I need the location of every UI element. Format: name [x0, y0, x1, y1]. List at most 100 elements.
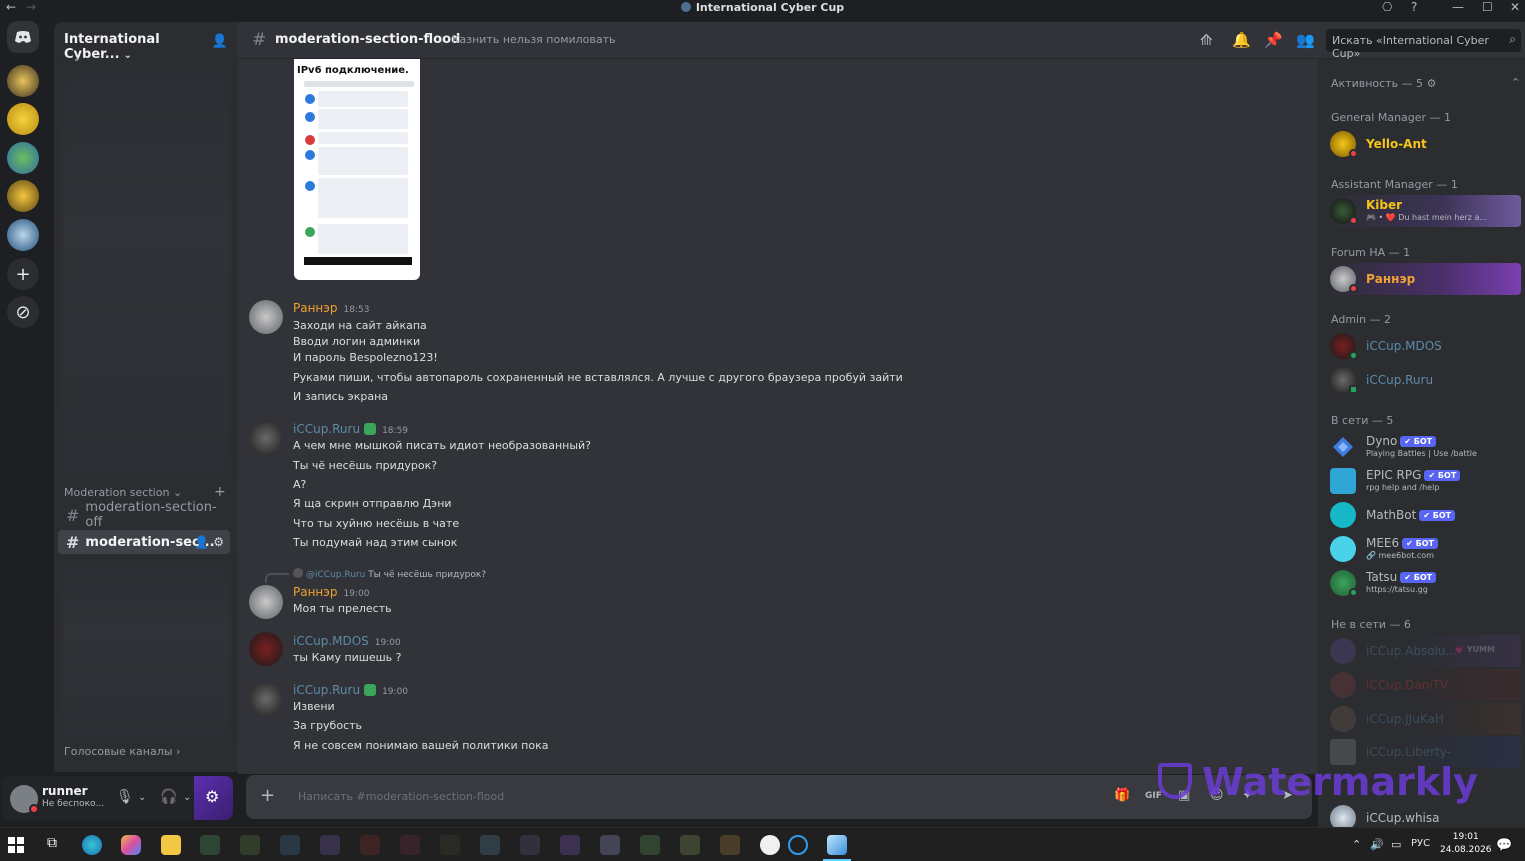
channel-moderation-section-flood[interactable]: # moderation-sec... 👤 ⚙: [58, 530, 230, 554]
user-settings-button[interactable]: ⚙: [194, 776, 233, 820]
member-item[interactable]: iCCup.JJuKaH: [1324, 703, 1521, 735]
message-text: Я не совсем понимаю вашей политики пока: [293, 739, 549, 752]
member-item[interactable]: Dyno ✔ БОТ Playing Battles | Use /battle: [1324, 431, 1521, 463]
taskbar-app-icon[interactable]: [760, 835, 780, 855]
taskbar-app-icon[interactable]: [827, 835, 847, 855]
copilot-icon[interactable]: [121, 835, 141, 855]
message-input[interactable]: Написать #moderation-section-flood: [298, 790, 504, 803]
avatar[interactable]: [249, 632, 283, 666]
gift-icon[interactable]: 🎁: [1114, 788, 1130, 803]
taskbar-app-icon[interactable]: [520, 835, 540, 855]
chevron-up-icon[interactable]: ⌃: [1511, 76, 1520, 89]
member-item[interactable]: Yello-Ant: [1324, 128, 1521, 160]
chevron-up-icon[interactable]: ⌃: [1352, 838, 1361, 851]
message-text: Я ща скрин отправлю Дэни: [293, 497, 452, 510]
member-item[interactable]: iCCup.MDOS: [1324, 330, 1521, 362]
avatar[interactable]: [249, 585, 283, 619]
message-author[interactable]: Раннэр 18:53: [293, 301, 369, 315]
help-icon[interactable]: ?: [1411, 0, 1417, 14]
bell-icon[interactable]: 🔔: [1232, 31, 1251, 49]
explore-compass-icon[interactable]: ⊘: [7, 296, 39, 328]
category-moderation[interactable]: Moderation section ⌄ +: [64, 484, 226, 500]
username[interactable]: runner: [42, 784, 88, 798]
message-composer[interactable]: + Написать #moderation-section-flood 🎁 G…: [246, 775, 1312, 819]
threads-icon[interactable]: ⟰: [1200, 31, 1213, 49]
inbox-icon[interactable]: ⎔: [1382, 0, 1392, 14]
taskbar-app-icon[interactable]: [600, 835, 620, 855]
attachment-image[interactable]: IPv6 подключение.: [294, 59, 420, 280]
taskbar-app-icon[interactable]: [788, 835, 808, 855]
avatar[interactable]: [249, 300, 283, 334]
taskbar-app-icon[interactable]: [400, 835, 420, 855]
server-icon[interactable]: [7, 219, 39, 251]
taskbar-app-icon[interactable]: [720, 835, 740, 855]
server-icon[interactable]: [7, 103, 39, 135]
member-item[interactable]: iCCup.DaniTV: [1324, 669, 1521, 701]
member-item[interactable]: Tatsu ✔ БОТ https://tatsu.gg: [1324, 567, 1521, 599]
message-author[interactable]: iCCup.Ruru 19:00: [293, 683, 408, 697]
avatar[interactable]: [10, 785, 39, 814]
add-server-icon[interactable]: +: [7, 258, 39, 290]
guild-header[interactable]: International Cyber... ⌄ 👤: [64, 32, 232, 62]
member-item[interactable]: EPIC RPG ✔ БОТ rpg help and /help: [1324, 465, 1521, 497]
member-item[interactable]: MEE6 ✔ БОТ 🔗 mee6bot.com: [1324, 533, 1521, 565]
user-panel: runner Не беспоко... 🎙 ⌄ 🎧 ⌄ ⚙: [2, 776, 233, 820]
speaker-icon[interactable]: 🔊: [1370, 838, 1384, 851]
network-icon[interactable]: ▭: [1391, 838, 1401, 851]
category-voice[interactable]: Голосовые каналы ›: [64, 745, 180, 758]
chevron-down-icon[interactable]: ⌄: [138, 792, 146, 803]
maximize-icon[interactable]: ☐: [1482, 0, 1493, 14]
taskbar-app-icon[interactable]: [240, 835, 260, 855]
edge-browser-icon[interactable]: [82, 835, 102, 855]
add-channel-icon[interactable]: +: [214, 484, 226, 500]
windows-start-icon[interactable]: [6, 835, 26, 855]
taskbar-app-icon[interactable]: [440, 835, 460, 855]
taskbar-app-icon[interactable]: [320, 835, 340, 855]
taskbar-app-icon[interactable]: [280, 835, 300, 855]
message-text: Ты подумай над этим сынок: [293, 536, 458, 549]
gear-icon[interactable]: ⚙: [1427, 77, 1437, 90]
notifications-icon[interactable]: 💬: [1496, 838, 1512, 853]
activity-header[interactable]: Активность — 5 ⚙ ⌃: [1331, 76, 1520, 90]
taskbar-app-icon[interactable]: [200, 835, 220, 855]
taskbar-app-icon[interactable]: [480, 835, 500, 855]
taskbar-app-icon[interactable]: [640, 835, 660, 855]
server-icon[interactable]: [7, 142, 39, 174]
message-author[interactable]: iCCup.Ruru 18:59: [293, 422, 408, 436]
member-item[interactable]: iCCup.Absolu... 💗 YUMM: [1324, 635, 1521, 667]
avatar[interactable]: [249, 421, 283, 455]
avatar[interactable]: [249, 682, 283, 716]
message-author[interactable]: Раннэр 19:00: [293, 585, 369, 599]
microphone-icon[interactable]: 🎙: [116, 789, 134, 805]
upload-plus-icon[interactable]: +: [260, 785, 275, 806]
close-icon[interactable]: ✕: [1510, 0, 1520, 14]
member-item[interactable]: iCCup.Ruru: [1324, 364, 1521, 396]
headphones-icon[interactable]: 🎧: [160, 789, 177, 805]
pin-icon[interactable]: 📌: [1264, 31, 1283, 49]
member-item[interactable]: MathBot ✔ БОТ: [1324, 499, 1521, 531]
invite-people-icon[interactable]: 👤: [212, 34, 228, 49]
server-icon[interactable]: [7, 180, 39, 212]
clock[interactable]: 19:01 24.08.2026: [1440, 831, 1492, 857]
task-view-icon[interactable]: ⧉: [42, 835, 62, 855]
taskbar-app-icon[interactable]: [680, 835, 700, 855]
member-item[interactable]: Раннэр: [1324, 263, 1521, 295]
channel-moderation-section-off[interactable]: # moderation-section-off: [58, 500, 230, 530]
taskbar-app-icon[interactable]: [560, 835, 580, 855]
file-explorer-icon[interactable]: [161, 835, 181, 855]
home-discord-icon[interactable]: [7, 21, 39, 53]
message-author[interactable]: iCCup.MDOS 19:00: [293, 634, 401, 648]
member-item[interactable]: Kiber 🎮 • ❤️ Du hast mein herz a...: [1324, 195, 1521, 227]
reply-reference[interactable]: @iCCup.Ruru Ты чё несёшь придурок?: [293, 568, 486, 580]
channel-topic[interactable]: | Казнить нельзя помиловать: [440, 33, 616, 46]
search-input[interactable]: Искать «International Cyber Cup» ⌕: [1326, 29, 1521, 60]
member-list-icon[interactable]: 👥: [1296, 31, 1315, 49]
server-icon[interactable]: [7, 65, 39, 97]
language-indicator[interactable]: РУС: [1411, 838, 1430, 849]
gear-icon[interactable]: ⚙: [213, 535, 224, 549]
minimize-icon[interactable]: —: [1452, 0, 1464, 14]
member-item[interactable]: iCCup.whisa: [1324, 802, 1521, 827]
invite-icon[interactable]: 👤: [194, 535, 209, 549]
chevron-down-icon[interactable]: ⌄: [183, 792, 191, 803]
taskbar-app-icon[interactable]: [360, 835, 380, 855]
